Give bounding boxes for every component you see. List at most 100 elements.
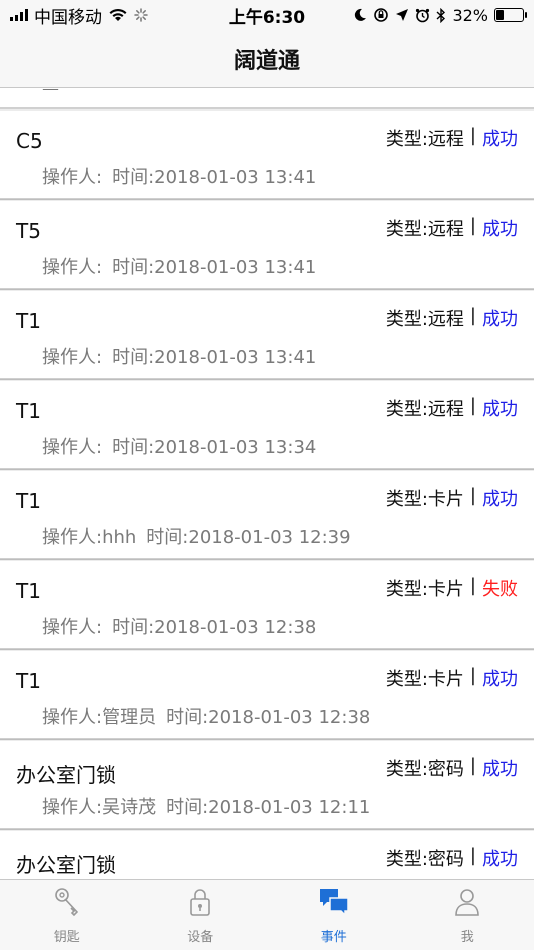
battery-percent: 32% <box>452 5 488 25</box>
partial-row-text: — <box>42 89 59 99</box>
event-separator: | <box>469 755 476 776</box>
wifi-icon <box>109 8 127 21</box>
event-time: 时间:2018-01-03 12:11 <box>166 797 371 818</box>
event-type-label: 类型:卡片 <box>385 579 464 600</box>
battery-fill <box>496 10 505 20</box>
event-separator: | <box>469 845 476 866</box>
event-operator: 操作人:管理员 <box>42 707 157 728</box>
event-details: 操作人:管理员 时间:2018-01-03 12:38 <box>42 703 370 729</box>
list-item[interactable]: T5 类型:远程 | 成功 操作人: 时间:2018-01-03 13:41 <box>0 201 534 289</box>
tab-lock[interactable]: 设备 <box>150 886 250 945</box>
carrier-label: 中国移动 <box>34 7 102 28</box>
event-status: 成功 <box>482 399 518 420</box>
event-operator: 操作人: <box>42 347 103 368</box>
rotation-lock-icon <box>374 8 389 22</box>
event-operator: 操作人: <box>42 617 103 638</box>
tab-key[interactable]: 钥匙 <box>17 886 117 945</box>
event-details: 操作人: 时间:2018-01-03 13:41 <box>42 253 316 279</box>
event-status: 成功 <box>482 309 518 330</box>
event-time: 时间:2018-01-03 13:41 <box>112 257 317 278</box>
event-time: 时间:2018-01-03 13:41 <box>112 347 317 368</box>
event-status: 失败 <box>482 579 518 600</box>
list-item[interactable]: 办公室门锁 类型:密码 | 成功 操作人:吴诗茂 时间:2018-01-03 1… <box>0 741 534 829</box>
event-details: 操作人:吴诗茂 时间:2018-01-03 12:11 <box>42 793 370 819</box>
bluetooth-icon <box>436 7 446 23</box>
key-icon <box>51 886 83 922</box>
list-item-partial[interactable]: — <box>0 89 534 109</box>
event-type-label: 类型:卡片 <box>385 669 464 690</box>
status-bar: 中国移动 上午6:30 32% <box>0 0 534 30</box>
event-type-label: 类型:密码 <box>385 849 464 870</box>
event-separator: | <box>469 485 476 506</box>
lock-icon <box>184 886 216 922</box>
battery-icon <box>494 8 527 22</box>
event-type-label: 类型:远程 <box>385 129 464 150</box>
tab-label: 我 <box>460 929 474 945</box>
event-time: 时间:2018-01-03 13:34 <box>112 437 317 458</box>
event-separator: | <box>469 305 476 326</box>
nav-bar: 阔道通 <box>0 30 534 88</box>
event-meta: 类型:远程 | 成功 <box>386 305 518 331</box>
event-meta: 类型:密码 | 成功 <box>386 845 518 871</box>
tab-label: 事件 <box>320 929 347 945</box>
list-item[interactable]: T1 类型:卡片 | 失败 操作人: 时间:2018-01-03 12:38 <box>0 561 534 649</box>
activity-spinner-icon <box>134 8 148 22</box>
event-meta: 类型:卡片 | 失败 <box>386 575 518 601</box>
event-meta: 类型:远程 | 成功 <box>386 395 518 421</box>
event-details: 操作人:hhh 时间:2018-01-03 12:39 <box>42 523 351 549</box>
person-icon <box>451 886 483 922</box>
event-type-label: 类型:密码 <box>385 759 464 780</box>
event-device-name: T5 <box>16 219 41 243</box>
list-item[interactable]: C5 类型:远程 | 成功 操作人: 时间:2018-01-03 13:41 <box>0 111 534 199</box>
event-separator: | <box>469 215 476 236</box>
list-item[interactable]: T1 类型:卡片 | 成功 操作人:管理员 时间:2018-01-03 12:3… <box>0 651 534 739</box>
event-operator: 操作人:吴诗茂 <box>42 797 157 818</box>
event-time: 时间:2018-01-03 12:38 <box>112 617 317 638</box>
list-item[interactable]: T1 类型:远程 | 成功 操作人: 时间:2018-01-03 13:41 <box>0 291 534 379</box>
event-device-name: 办公室门锁 <box>16 853 116 877</box>
event-meta: 类型:密码 | 成功 <box>386 755 518 781</box>
app-screen: 中国移动 上午6:30 32% 阔道通 — C5 类型:远程 | 成功 操作人:… <box>0 0 534 950</box>
tab-person[interactable]: 我 <box>417 886 517 945</box>
event-separator: | <box>469 395 476 416</box>
event-meta: 类型:卡片 | 成功 <box>386 485 518 511</box>
location-arrow-icon <box>396 9 409 21</box>
event-device-name: C5 <box>16 129 43 153</box>
event-status: 成功 <box>482 669 518 690</box>
tab-label: 设备 <box>187 929 214 945</box>
event-meta: 类型:远程 | 成功 <box>386 125 518 151</box>
tab-chat-bubbles[interactable]: 事件 <box>284 886 384 945</box>
event-operator: 操作人: <box>42 167 103 188</box>
event-device-name: T1 <box>16 309 41 333</box>
moon-icon <box>355 8 367 21</box>
event-status: 成功 <box>482 129 518 150</box>
event-device-name: T1 <box>16 579 41 603</box>
status-right: 32% <box>353 5 527 25</box>
list-item[interactable]: T1 类型:远程 | 成功 操作人: 时间:2018-01-03 13:34 <box>0 381 534 469</box>
page-title: 阔道通 <box>233 48 300 74</box>
event-details: 操作人: 时间:2018-01-03 13:34 <box>42 433 316 459</box>
event-details: 操作人: 时间:2018-01-03 13:41 <box>42 343 316 369</box>
event-operator: 操作人: <box>42 437 103 458</box>
event-status: 成功 <box>482 759 518 780</box>
event-separator: | <box>469 665 476 686</box>
event-list[interactable]: — C5 类型:远程 | 成功 操作人: 时间:2018-01-03 13:41… <box>0 89 534 879</box>
event-meta: 类型:卡片 | 成功 <box>386 665 518 691</box>
list-item[interactable]: 办公室门锁 类型:密码 | 成功 操作人:吴诗茂 时间:2018-01-03 1… <box>0 831 534 879</box>
alarm-icon <box>416 8 430 22</box>
event-type-label: 类型:远程 <box>385 219 464 240</box>
event-separator: | <box>469 575 476 596</box>
event-operator: 操作人:hhh <box>42 527 137 548</box>
event-time: 时间:2018-01-03 12:38 <box>166 707 371 728</box>
list-item[interactable]: T1 类型:卡片 | 成功 操作人:hhh 时间:2018-01-03 12:3… <box>0 471 534 559</box>
event-status: 成功 <box>482 219 518 240</box>
event-status: 成功 <box>482 849 518 870</box>
event-details: 操作人: 时间:2018-01-03 13:41 <box>42 163 316 189</box>
event-details: 操作人: 时间:2018-01-03 12:38 <box>42 613 316 639</box>
chat-bubbles-icon <box>318 886 350 922</box>
tab-bar: 钥匙 设备 事件 我 <box>0 879 534 950</box>
tab-label: 钥匙 <box>53 929 80 945</box>
event-device-name: T1 <box>16 489 41 513</box>
signal-icon <box>10 9 28 21</box>
event-type-label: 类型:卡片 <box>385 489 464 510</box>
